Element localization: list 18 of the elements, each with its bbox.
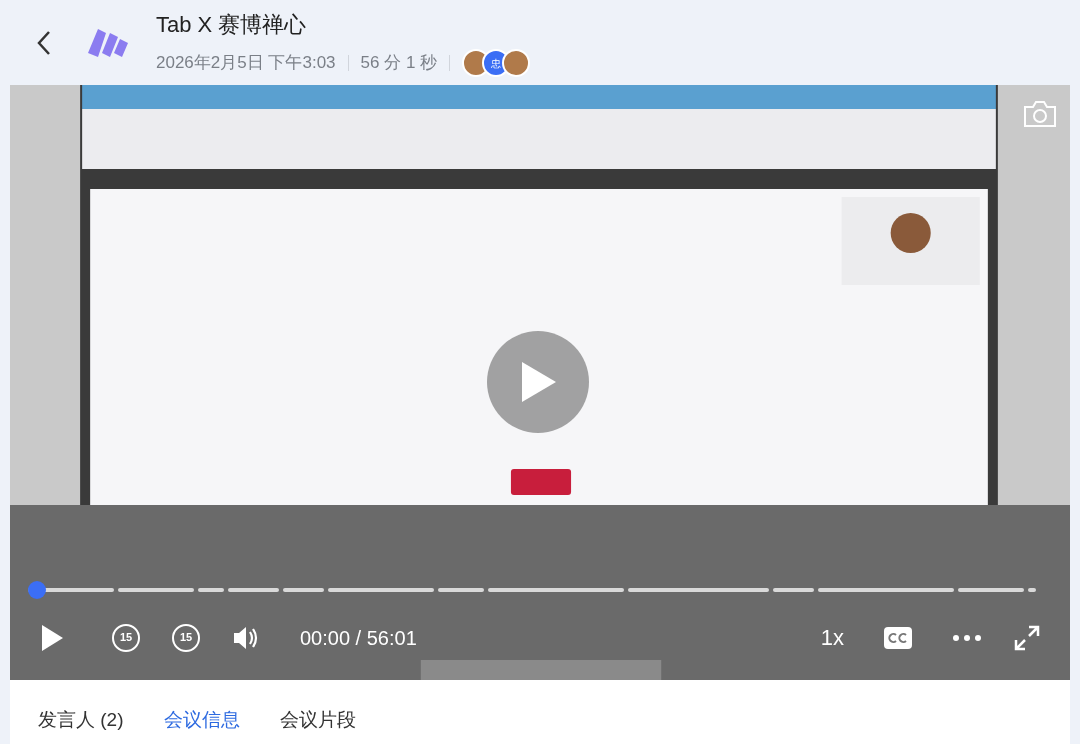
time-display: 00:00 / 56:01: [300, 625, 417, 651]
back-icon[interactable]: [36, 29, 52, 56]
skip-forward-button[interactable]: 15: [172, 623, 200, 652]
tab[interactable]: 发言人 (2): [38, 705, 124, 735]
skip-back-button[interactable]: 15: [112, 623, 140, 652]
tab[interactable]: 会议片段: [279, 705, 356, 735]
meeting-date: 2026年2月5日 下午3:03: [156, 52, 336, 75]
more-icon[interactable]: [952, 633, 982, 642]
video-player[interactable]: 15 15 00:00 / 56:01 1x: [10, 85, 1070, 680]
fullscreen-icon[interactable]: [1014, 624, 1040, 651]
meeting-title: Tab X 赛博禅心: [156, 11, 308, 39]
speed-button[interactable]: 1x: [820, 621, 844, 654]
captions-icon[interactable]: [884, 626, 912, 649]
meeting-duration: 56 分 1 秒: [360, 52, 438, 75]
play-icon[interactable]: [40, 623, 64, 652]
tab[interactable]: 会议信息: [163, 705, 240, 735]
avatar: [502, 49, 531, 77]
volume-icon[interactable]: [232, 624, 260, 651]
